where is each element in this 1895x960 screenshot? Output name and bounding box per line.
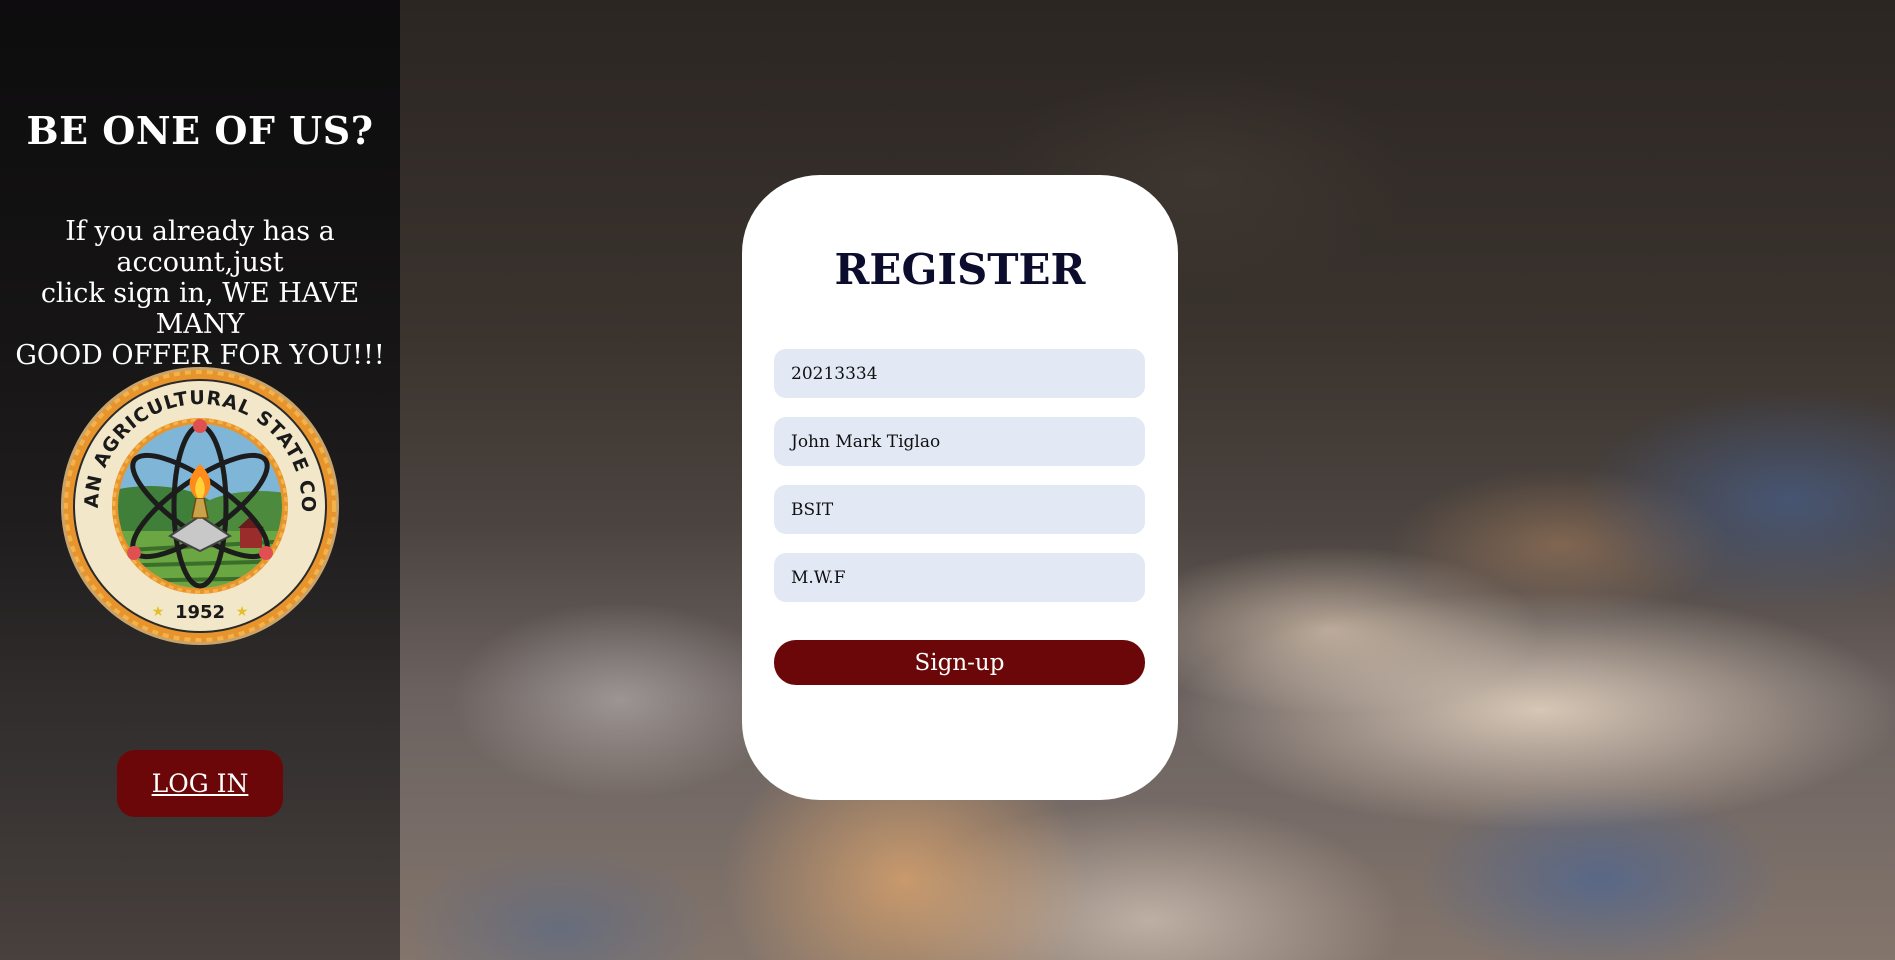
panel-message-line-2: click sign in, WE HAVE MANY bbox=[40, 278, 360, 340]
schedule-field[interactable]: M.W.F bbox=[774, 553, 1145, 602]
student-id-field[interactable]: 20213334 bbox=[774, 349, 1145, 398]
left-panel: BE ONE OF US? If you already has a accou… bbox=[0, 0, 400, 960]
register-card: REGISTER 20213334 John Mark Tiglao BSIT … bbox=[742, 175, 1178, 800]
panel-title: BE ONE OF US? bbox=[26, 108, 374, 153]
seal-year: 1952 bbox=[175, 602, 225, 623]
college-seal-icon: BULACAN AGRICULTURAL STATE COLLEGE 1952 … bbox=[60, 366, 339, 645]
full-name-field[interactable]: John Mark Tiglao bbox=[774, 417, 1145, 466]
course-field[interactable]: BSIT bbox=[774, 485, 1145, 534]
register-title: REGISTER bbox=[834, 245, 1086, 294]
svg-text:★: ★ bbox=[152, 604, 165, 620]
signup-button[interactable]: Sign-up bbox=[774, 640, 1145, 685]
svg-text:★: ★ bbox=[236, 604, 249, 620]
login-button[interactable]: LOG IN bbox=[117, 750, 283, 817]
panel-message: If you already has a account,just click … bbox=[0, 216, 400, 371]
panel-message-line-1: If you already has a account,just bbox=[65, 216, 335, 278]
